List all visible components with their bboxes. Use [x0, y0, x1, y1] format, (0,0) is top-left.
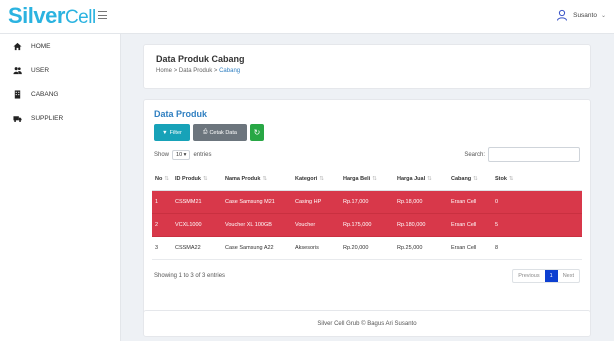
refresh-button[interactable]: ↻ [250, 124, 264, 141]
top-navbar: SilverCell Susanto ⌄ [0, 0, 614, 34]
refresh-icon: ↻ [253, 128, 261, 137]
cell-harga-jual: Rp.180,000 [394, 213, 448, 237]
cell-stok: 8 [492, 236, 582, 260]
users-icon [13, 66, 22, 74]
table-row[interactable]: 3 CSSMA22 Case Samsung A22 Aksesoris Rp.… [152, 236, 582, 260]
column-header-no[interactable]: No ⇅ [152, 169, 172, 191]
table-row[interactable]: 2 VCXL1000 Voucher XL 100GB Voucher Rp.1… [152, 213, 582, 237]
table-info: Showing 1 to 3 of 3 entries [154, 272, 226, 279]
table-controls: Show 10 ▾ entries Search: [152, 147, 582, 162]
cell-harga-beli: Rp.20,000 [340, 236, 394, 260]
footer-text: Silver Cell Grub © Bagus Ari Susanto [317, 320, 417, 327]
entries-value: 10 [176, 151, 183, 158]
page-header-card: Data Produk Cabang Home > Data Produk > … [143, 44, 591, 89]
user-name: Susanto [573, 11, 597, 19]
breadcrumb-cabang: Cabang [219, 68, 241, 74]
toolbar: ▼ Filter ⎙ Cetak Data ↻ [152, 124, 582, 141]
entries-select[interactable]: 10 ▾ [172, 149, 191, 160]
page-title: Data Produk Cabang [156, 54, 245, 64]
user-menu[interactable]: Susanto ⌄ [555, 8, 606, 22]
brand-logo[interactable]: SilverCell [8, 3, 96, 29]
home-icon [13, 42, 22, 50]
sidebar-item-label: HOME [31, 42, 51, 50]
sidebar-item-label: USER [31, 66, 50, 74]
truck-icon [13, 115, 22, 122]
entries-label: entries [193, 151, 212, 158]
print-icon: ⎙ [203, 129, 208, 135]
breadcrumb: Home > Data Produk > Cabang [156, 68, 578, 74]
pagination-page-1[interactable]: 1 [544, 269, 558, 282]
cell-harga-beli: Rp.17,000 [340, 190, 394, 214]
cell-kategori: Voucher [292, 213, 340, 237]
data-produk-card: Data Produk ▼ Filter ⎙ Cetak Data ↻ Show 1… [143, 99, 591, 334]
cell-cabang: Ersan Cell [448, 190, 492, 214]
brand-name-part2: Cell [64, 7, 96, 28]
breadcrumb-home[interactable]: Home [156, 68, 172, 74]
sidebar: HOME USER CABANG SUPPLIER [0, 34, 121, 341]
brand-name-part1: Silver [8, 3, 65, 28]
cell-kategori: Aksesoris [292, 236, 340, 260]
table-footer: Showing 1 to 3 of 3 entries Previous 1 N… [152, 268, 582, 283]
footer: Silver Cell Grub © Bagus Ari Susanto [143, 310, 591, 337]
search-label: Search: [464, 151, 485, 158]
building-icon [14, 89, 21, 99]
cell-cabang: Ersan Cell [448, 213, 492, 237]
column-header-id-produk[interactable]: ID Produk ⇅ [172, 169, 222, 191]
sidebar-item-user[interactable]: USER [0, 58, 120, 82]
print-button[interactable]: ⎙ Cetak Data [193, 124, 247, 141]
sidebar-item-cabang[interactable]: CABANG [0, 82, 120, 106]
column-header-nama-produk[interactable]: Nama Produk ⇅ [222, 169, 292, 191]
cell-cabang: Ersan Cell [448, 236, 492, 260]
cell-id-produk: VCXL1000 [172, 213, 222, 237]
cell-no: 2 [152, 213, 172, 237]
sidebar-item-label: SUPPLIER [31, 114, 64, 122]
pagination-previous[interactable]: Previous [513, 270, 544, 282]
cell-nama-produk: Case Samsung A22 [222, 236, 292, 260]
breadcrumb-separator: > [213, 68, 218, 74]
cell-id-produk: CSSMA22 [172, 236, 222, 260]
filter-button-label: Filter [169, 129, 182, 136]
sidebar-item-home[interactable]: HOME [0, 34, 120, 58]
card-title: Data Produk [154, 109, 208, 119]
breadcrumb-separator: > [173, 68, 178, 74]
cell-kategori: Casing HP [292, 190, 340, 214]
cell-no: 1 [152, 190, 172, 214]
cell-nama-produk: Voucher XL 100GB [222, 213, 292, 237]
produk-table: No ⇅ ID Produk ⇅ Nama Produk ⇅ Kategori ⇅ Ha… [152, 169, 582, 260]
cell-harga-jual: Rp.18,000 [394, 190, 448, 214]
cell-stok: 5 [492, 213, 582, 237]
show-label: Show [154, 151, 170, 158]
chevron-down-icon: ⌄ [600, 12, 606, 19]
search-control: Search: [464, 147, 580, 162]
filter-icon: ▼ [162, 129, 168, 136]
menu-toggle-icon[interactable] [98, 11, 107, 19]
cell-harga-beli: Rp.175,000 [340, 213, 394, 237]
cell-id-produk: CSSMM21 [172, 190, 222, 214]
cell-harga-jual: Rp.25,000 [394, 236, 448, 260]
table-row[interactable]: 1 CSSMM21 Case Samsung M21 Casing HP Rp.… [152, 190, 582, 214]
table-header-row: No ⇅ ID Produk ⇅ Nama Produk ⇅ Kategori ⇅ Ha… [152, 169, 582, 191]
cell-stok: 0 [492, 190, 582, 214]
pagination: Previous 1 Next [512, 268, 580, 283]
search-input[interactable] [488, 147, 580, 162]
filter-button[interactable]: ▼ Filter [154, 124, 190, 141]
breadcrumb-data-produk[interactable]: Data Produk [179, 68, 212, 74]
column-header-cabang[interactable]: Cabang ⇅ [448, 169, 492, 191]
column-header-kategori[interactable]: Kategori ⇅ [292, 169, 340, 191]
cell-no: 3 [152, 236, 172, 260]
cell-nama-produk: Case Samsung M21 [222, 190, 292, 214]
sidebar-item-label: CABANG [31, 90, 59, 98]
column-header-harga-jual[interactable]: Harga Jual ⇅ [394, 169, 448, 191]
print-button-label: Cetak Data [209, 129, 237, 136]
length-control: Show 10 ▾ entries [154, 149, 212, 160]
column-header-harga-beli[interactable]: Harga Beli ⇅ [340, 169, 394, 191]
user-icon [557, 9, 568, 21]
column-header-stok[interactable]: Stok ⇅ [492, 169, 582, 191]
pagination-next[interactable]: Next [558, 270, 579, 282]
sidebar-item-supplier[interactable]: SUPPLIER [0, 106, 120, 130]
